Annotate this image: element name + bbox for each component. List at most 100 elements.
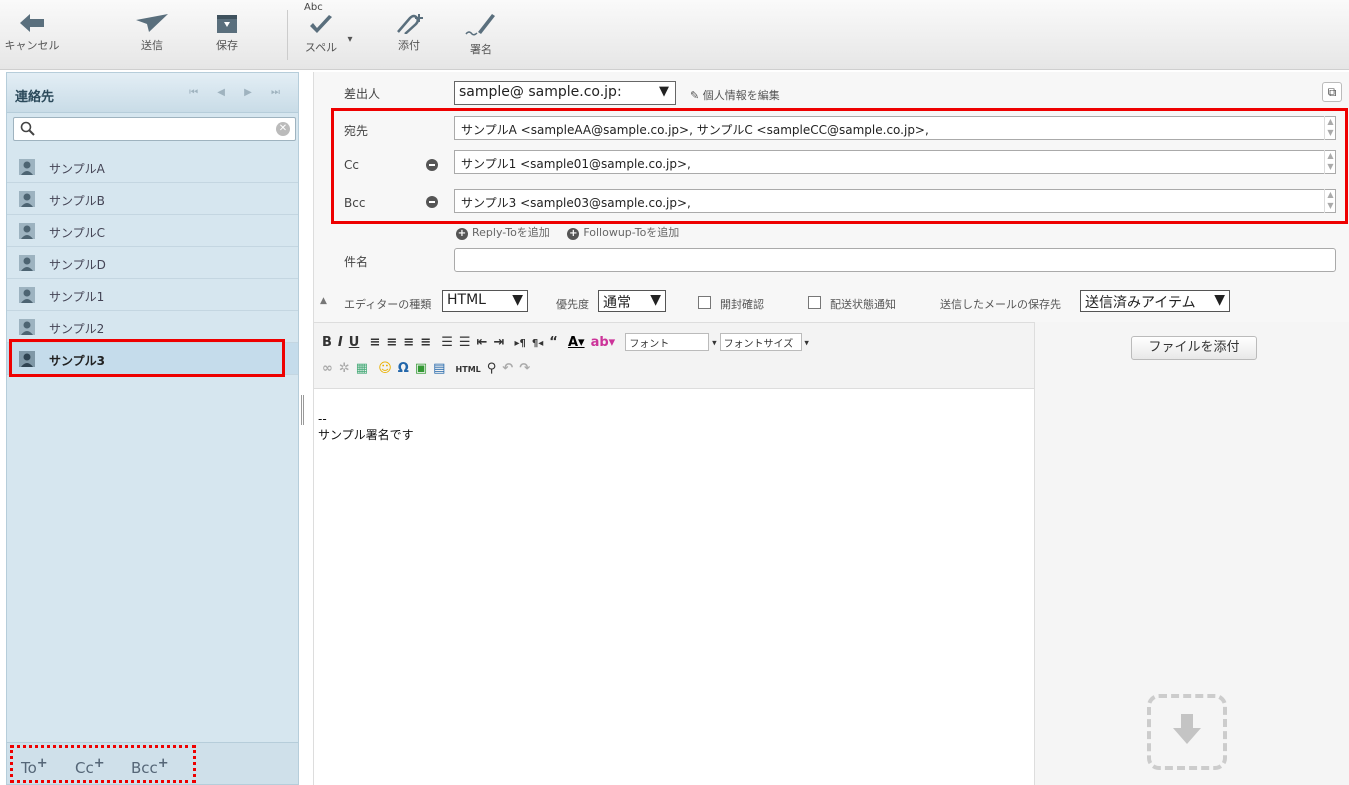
compose-options: ▲ エディターの種類 HTML ▼ 優先度 通常 ▼ 開封確認 配送状態通知 送… [314,288,1349,318]
add-cc-button[interactable]: Cc+ [75,756,105,777]
contact-item[interactable]: サンプルA [7,151,298,183]
priority-select[interactable]: 通常 ▼ [598,290,666,312]
signature-text: サンプル署名です [318,428,414,442]
editor-type-value: HTML [447,292,486,308]
download-arrow-icon [1173,714,1201,744]
subject-input[interactable] [454,248,1336,272]
highlight-color-icon[interactable]: ab▾ [591,335,616,350]
attach-file-button[interactable]: ファイルを添付 [1131,336,1257,360]
signature-label: 署名 [470,43,492,56]
font-size-select[interactable]: フォントサイズ [719,333,802,351]
person-icon [19,319,35,335]
pen-signature-icon [465,14,495,36]
find-icon[interactable]: ⚲ [487,361,497,376]
blockquote-icon[interactable]: “ [549,335,558,350]
add-bcc-button[interactable]: Bcc+ [131,756,169,777]
editor-body[interactable]: -- サンプル署名です [314,389,1034,785]
chevron-down-icon: ▼ [512,292,523,308]
align-center-icon[interactable]: ≡ [386,335,397,350]
read-receipt-label: 開封確認 [720,298,764,311]
search-icon [20,121,35,136]
add-followup-to-link[interactable]: + Followup-Toを追加 [567,226,680,240]
contacts-search-input[interactable]: ✕ [13,117,296,141]
reply-options: + Reply-Toを追加 + Followup-Toを追加 [456,224,679,240]
add-to-button[interactable]: To+ [21,756,48,777]
underline-icon[interactable]: U [349,335,360,350]
edit-image-icon[interactable]: ▦ [356,361,368,376]
contact-item[interactable]: サンプル1 [7,279,298,311]
signature-button[interactable]: 署名 [456,0,506,68]
delivery-notice-checkbox[interactable] [808,296,821,309]
spell-dropdown-icon[interactable]: ▾ [343,34,357,48]
send-label: 送信 [141,39,163,52]
attach-button[interactable]: 添付 [384,0,434,68]
redo-icon[interactable]: ↷ [519,361,530,376]
from-value: sample@ sample.co.jp: [459,84,622,100]
contacts-footer: To+ Cc+ Bcc+ [7,742,298,784]
html-source-icon[interactable]: HTML [456,365,481,374]
read-receipt-checkbox[interactable] [698,296,711,309]
unlink-icon[interactable]: ✲ [339,361,350,376]
pagination-nav[interactable]: ⏮ ◀ ▶ ⏭ [189,87,288,98]
contact-item[interactable]: サンプルC [7,215,298,247]
clear-search-icon[interactable]: ✕ [276,122,290,136]
save-box-icon [217,15,237,33]
contact-name: サンプルB [49,194,105,208]
emoticon-icon[interactable]: ☺ [378,361,392,376]
from-select[interactable]: sample@ sample.co.jp: ▼ [454,81,676,105]
add-recipient-buttons: To+ Cc+ Bcc+ [10,745,196,783]
from-label: 差出人 [344,87,381,101]
chevron-down-icon: ▾ [801,338,809,349]
media-icon[interactable]: ▤ [433,361,445,376]
paperclip-plus-icon [397,14,423,34]
followup-to-label: Followup-Toを追加 [583,226,680,239]
align-left-icon[interactable]: ≡ [369,335,380,350]
drop-zone[interactable] [1147,694,1227,770]
undo-icon[interactable]: ↶ [502,361,513,376]
save-button[interactable]: 保存 [202,0,252,68]
editor-type-select[interactable]: HTML ▼ [442,290,528,312]
contact-item[interactable]: サンプルD [7,247,298,279]
contact-item[interactable]: サンプルB [7,183,298,215]
italic-icon[interactable]: I [338,335,343,350]
contacts-header: 連絡先 ⏮ ◀ ▶ ⏭ [7,73,298,113]
popout-window-icon[interactable]: ⧉ [1322,82,1342,102]
image-icon[interactable]: ▣ [415,361,427,376]
editor-toolbar: BIU ≡ ≡ ≡ ≡ ☰ ☰ ⇤ ⇥ ▸¶ ¶◂ “ A▾ ab▾ フォント ▾ フォントサイズ… [314,323,1034,389]
contact-name: サンプル2 [49,322,105,336]
numbered-list-icon[interactable]: ☰ [459,335,471,350]
save-to-select[interactable]: 送信済みアイテム ▼ [1080,290,1230,312]
paper-plane-icon [136,14,168,32]
ltr-icon[interactable]: ▸¶ [515,338,526,349]
collapse-header-icon[interactable]: ▲ [320,296,327,306]
cancel-label: キャンセル [4,39,60,52]
justify-icon[interactable]: ≡ [420,335,431,350]
cancel-button[interactable]: キャンセル [2,0,62,68]
rtl-icon[interactable]: ¶◂ [532,338,543,349]
text-color-icon[interactable]: A▾ [568,335,585,350]
bold-icon[interactable]: B [322,335,332,350]
pane-splitter[interactable] [301,395,304,425]
editor-toolbar-row-1: BIU ≡ ≡ ≡ ≡ ☰ ☰ ⇤ ⇥ ▸¶ ¶◂ “ A▾ ab▾ フォント ▾ フォントサイズ… [322,333,809,351]
link-icon[interactable]: ∞ [322,361,333,376]
chevron-down-icon: ▼ [1214,292,1225,308]
selected-contact-highlight [9,339,285,377]
plus-icon: + [157,756,169,771]
chevron-down-icon: ▼ [659,84,669,99]
toolbar-divider [287,10,288,60]
edit-profile-link[interactable]: ✎ 個人情報を編集 [690,87,780,103]
bullet-list-icon[interactable]: ☰ [441,335,453,350]
spell-check-button[interactable]: Abc スペル [300,0,342,68]
outdent-icon[interactable]: ⇤ [477,335,488,350]
plus-icon: + [36,756,48,771]
font-family-select[interactable]: フォント [625,333,710,351]
indent-icon[interactable]: ⇥ [493,335,504,350]
back-arrow-icon [20,14,44,32]
person-icon [19,223,35,239]
send-button[interactable]: 送信 [122,0,182,68]
special-char-icon[interactable]: Ω [398,361,409,376]
align-right-icon[interactable]: ≡ [403,335,414,350]
priority-label: 優先度 [556,298,589,311]
save-label: 保存 [216,39,238,52]
add-reply-to-link[interactable]: + Reply-Toを追加 [456,226,550,240]
